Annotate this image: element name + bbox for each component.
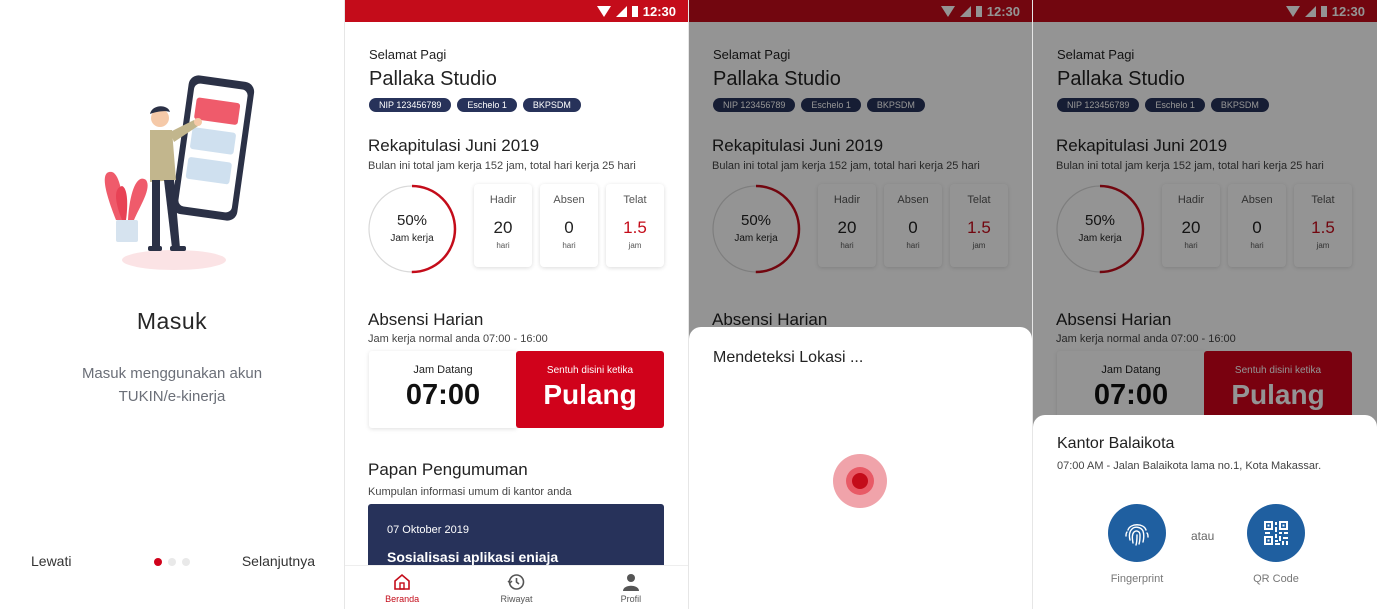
detecting-location-screen: 12:30 Selamat Pagi Pallaka Studio NIP 12… (689, 0, 1032, 609)
location-pulse-icon (833, 454, 887, 508)
announcement-heading: Sosialisasi aplikasi eniaja (387, 549, 559, 565)
fingerprint-label: Fingerprint (1110, 573, 1164, 585)
page-dot-active (154, 558, 162, 566)
next-button[interactable]: Selanjutnya (242, 553, 315, 569)
page-indicator (154, 558, 190, 566)
badge-nip: NIP 123456789 (369, 98, 452, 112)
dashboard-screen: 12:30 Selamat Pagi Pallaka Studio NIP 12… (345, 0, 688, 609)
pulse-core (852, 473, 868, 489)
battery-icon (631, 6, 638, 17)
arrival-card: Jam Datang 07:00 (369, 351, 517, 428)
attendance-title: Absensi Harian (368, 310, 484, 329)
stat-title: Telat (623, 194, 647, 206)
wifi-icon (596, 6, 611, 17)
progress-percent: 50% (396, 212, 428, 229)
location-found-screen: 12:30 Selamat Pagi Pallaka Studio NIP 12… (1033, 0, 1377, 609)
stat-card-telat: Telat 1.5 jam (606, 184, 664, 267)
nav-home-label: Beranda (385, 594, 420, 604)
page-description: Masuk menggunakan akun TUKIN/e-kinerja (81, 365, 263, 405)
announcement-title: Papan Pengumuman (368, 460, 528, 479)
onboarding-screen: Masuk Masuk menggunakan akun TUKIN/e-kin… (0, 0, 344, 609)
fingerprint-button[interactable] (1108, 504, 1166, 562)
signal-icon (615, 6, 627, 17)
page-dot (168, 558, 176, 566)
arrival-time: 07:00 (405, 379, 481, 411)
qr-code-button[interactable] (1247, 504, 1305, 562)
announcement-date: 07 Oktober 2019 (387, 524, 469, 536)
nav-profile[interactable]: Profil (574, 566, 688, 609)
stat-unit: hari (496, 241, 510, 250)
checkout-label: Pulang (543, 379, 637, 410)
stat-value: 20 (493, 218, 513, 237)
stat-unit: jam (628, 241, 642, 250)
page-title: Masuk (136, 308, 208, 334)
fingerprint-icon (1125, 524, 1149, 546)
arrival-label: Jam Datang (413, 364, 473, 376)
stat-card-absen: Absen 0 hari (540, 184, 598, 267)
sheet-title: Mendeteksi Lokasi ... (713, 349, 864, 366)
nav-history[interactable]: Riwayat (459, 566, 573, 609)
announcement-subtitle: Kumpulan informasi umum di kantor anda (368, 486, 572, 498)
badge-eschelon: Eschelo 1 (457, 98, 517, 112)
checkout-hint: Sentuh disini ketika (546, 365, 634, 376)
detecting-location-sheet: Mendeteksi Lokasi ... (689, 327, 1032, 609)
user-badges: NIP 123456789 Eschelo 1 BKPSDM (369, 98, 581, 112)
progress-caption: Jam kerja (390, 233, 434, 244)
stat-title: Absen (553, 194, 585, 206)
announcement-card[interactable]: 07 Oktober 2019 Sosialisasi aplikasi eni… (368, 504, 664, 574)
badge-unit: BKPSDM (522, 98, 581, 112)
nav-history-label: Riwayat (500, 594, 533, 604)
status-bar: 12:30 (345, 0, 688, 22)
stat-card-hadir: Hadir 20 hari (474, 184, 532, 267)
qr-code-label: QR Code (1253, 573, 1299, 585)
qr-code-icon (1264, 521, 1288, 545)
history-icon (507, 574, 525, 590)
location-confirm-sheet: Kantor Balaikota 07:00 AM - Jalan Balaik… (1033, 415, 1377, 609)
page-dot (182, 558, 190, 566)
stat-value: 1.5 (623, 218, 647, 237)
bottom-navigation: Beranda Riwayat Profil (345, 565, 688, 609)
nav-profile-label: Profil (620, 594, 642, 604)
recap-subtitle: Bulan ini total jam kerja 152 jam, total… (368, 160, 636, 172)
attendance-subtitle: Jam kerja normal anda 07:00 - 16:00 (368, 333, 548, 345)
home-icon (394, 573, 410, 590)
office-name: Kantor Balaikota (1057, 435, 1175, 452)
status-time: 12:30 (642, 4, 676, 19)
user-name: Pallaka Studio (369, 68, 497, 90)
profile-icon (622, 574, 639, 591)
nav-home[interactable]: Beranda (345, 566, 459, 609)
office-address: 07:00 AM - Jalan Balaikota lama no.1, Ko… (1057, 460, 1322, 472)
stat-value: 0 (564, 218, 574, 237)
stat-unit: hari (562, 241, 576, 250)
login-illustration (104, 75, 255, 270)
stat-title: Hadir (489, 194, 517, 206)
dashboard-content: 12:30 Selamat Pagi Pallaka Studio NIP 12… (345, 0, 688, 609)
work-hours-progress-ring (367, 184, 457, 274)
recap-title: Rekapitulasi Juni 2019 (368, 136, 540, 155)
skip-button[interactable]: Lewati (31, 553, 71, 569)
greeting: Selamat Pagi (369, 47, 447, 62)
checkout-button[interactable]: Sentuh disini ketika Pulang (516, 351, 664, 428)
or-separator: atau (1191, 529, 1215, 543)
